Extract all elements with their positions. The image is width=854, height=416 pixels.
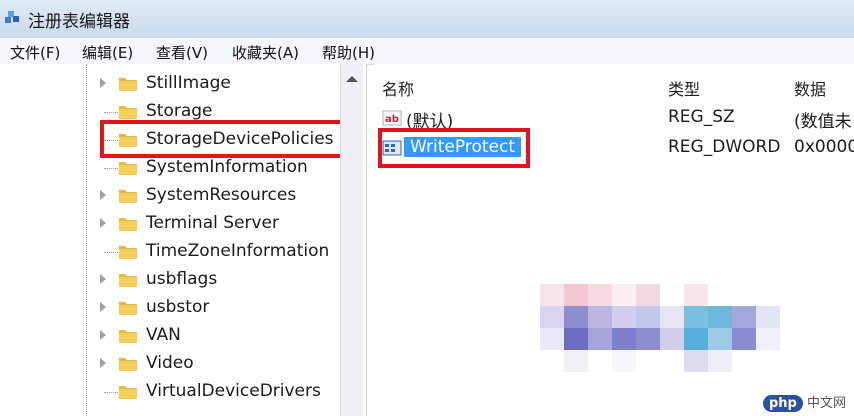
title-bar: 注册表编辑器: [0, 0, 854, 38]
tree-connector: [104, 392, 118, 393]
expand-arrow-icon[interactable]: [100, 218, 106, 228]
svg-text:ab: ab: [385, 114, 399, 125]
tree-item-virtualdevicedrivers[interactable]: VirtualDeviceDrivers: [0, 378, 340, 406]
tree-item-stillimage[interactable]: StillImage: [0, 70, 340, 98]
registry-tree[interactable]: StillImage Storage StorageDevicePolicies…: [0, 64, 367, 416]
window-title: 注册表编辑器: [28, 12, 130, 32]
menu-help[interactable]: 帮助(H): [322, 42, 375, 63]
tree-scrollbar[interactable]: [340, 64, 363, 416]
tree-item-label: Video: [146, 353, 194, 373]
tree-item-label: SystemInformation: [146, 157, 308, 177]
expand-arrow-icon[interactable]: [100, 190, 106, 200]
folder-icon: [119, 78, 137, 91]
watermark-text: 中文网: [806, 396, 846, 411]
expand-arrow-icon[interactable]: [100, 302, 106, 312]
string-value-icon: ab: [382, 110, 402, 126]
tree-item-usbstor[interactable]: usbstor: [0, 294, 340, 322]
tree-item-van[interactable]: VAN: [0, 322, 340, 350]
tree-item-systemresources[interactable]: SystemResources: [0, 182, 340, 210]
tree-item-label: Terminal Server: [146, 213, 279, 233]
folder-icon: [119, 302, 137, 315]
folder-icon: [119, 386, 137, 399]
value-type: REG_DWORD: [668, 137, 781, 157]
php-logo: php: [762, 395, 803, 412]
folder-icon: [119, 358, 137, 371]
column-header-name[interactable]: 名称: [374, 64, 661, 104]
tree-item-label: VAN: [146, 325, 181, 345]
folder-icon: [119, 274, 137, 287]
highlight-box: [100, 120, 344, 158]
tree-item-usbflags[interactable]: usbflags: [0, 266, 340, 294]
tree-item-label: StillImage: [146, 73, 231, 93]
expand-arrow-icon[interactable]: [100, 358, 106, 368]
column-label: 类型: [668, 80, 701, 99]
tree-item-label: usbstor: [146, 297, 210, 317]
folder-icon: [119, 218, 137, 231]
folder-icon: [119, 330, 137, 343]
tree-item-video[interactable]: Video: [0, 350, 340, 378]
menu-view[interactable]: 查看(V): [156, 42, 208, 63]
menu-file[interactable]: 文件(F): [10, 42, 60, 63]
column-header-data[interactable]: 数据: [786, 64, 854, 104]
tree-item-terminal-server[interactable]: Terminal Server: [0, 210, 340, 238]
tree-item-label: usbflags: [146, 269, 218, 289]
folder-icon: [119, 246, 137, 259]
expand-arrow-icon[interactable]: [100, 274, 106, 284]
tree-item-label: Storage: [146, 101, 213, 121]
blurred-region: [540, 284, 804, 372]
value-data: (数值未: [794, 112, 852, 132]
column-header-type[interactable]: 类型: [660, 64, 787, 104]
expand-arrow-icon[interactable]: [100, 78, 106, 88]
folder-icon: [119, 190, 137, 203]
value-type: REG_SZ: [668, 107, 735, 127]
column-label: 名称: [382, 80, 415, 99]
registry-editor-icon: [5, 11, 19, 23]
menu-edit[interactable]: 编辑(E): [82, 42, 133, 63]
menu-favorites[interactable]: 收藏夹(A): [232, 42, 299, 63]
tree-item-timezoneinformation[interactable]: TimeZoneInformation: [0, 238, 340, 266]
tree-item-label: TimeZoneInformation: [146, 241, 330, 261]
watermark: php 中文网: [762, 392, 846, 412]
tree-connector: [104, 168, 118, 169]
menu-bar: 文件(F) 编辑(E) 查看(V) 收藏夹(A) 帮助(H): [0, 38, 854, 65]
tree-connector: [104, 252, 118, 253]
highlight-box: [378, 128, 530, 168]
tree-item-label: SystemResources: [146, 185, 297, 205]
column-label: 数据: [794, 80, 827, 99]
scroll-up-icon[interactable]: [346, 76, 358, 82]
folder-icon: [119, 106, 137, 119]
value-data: 0x0000: [794, 137, 854, 157]
tree-item-label: VirtualDeviceDrivers: [146, 381, 321, 401]
expand-arrow-icon[interactable]: [100, 330, 106, 340]
folder-icon: [119, 162, 137, 175]
tree-connector: [104, 112, 118, 113]
tree-item-systeminformation[interactable]: SystemInformation: [0, 154, 340, 182]
